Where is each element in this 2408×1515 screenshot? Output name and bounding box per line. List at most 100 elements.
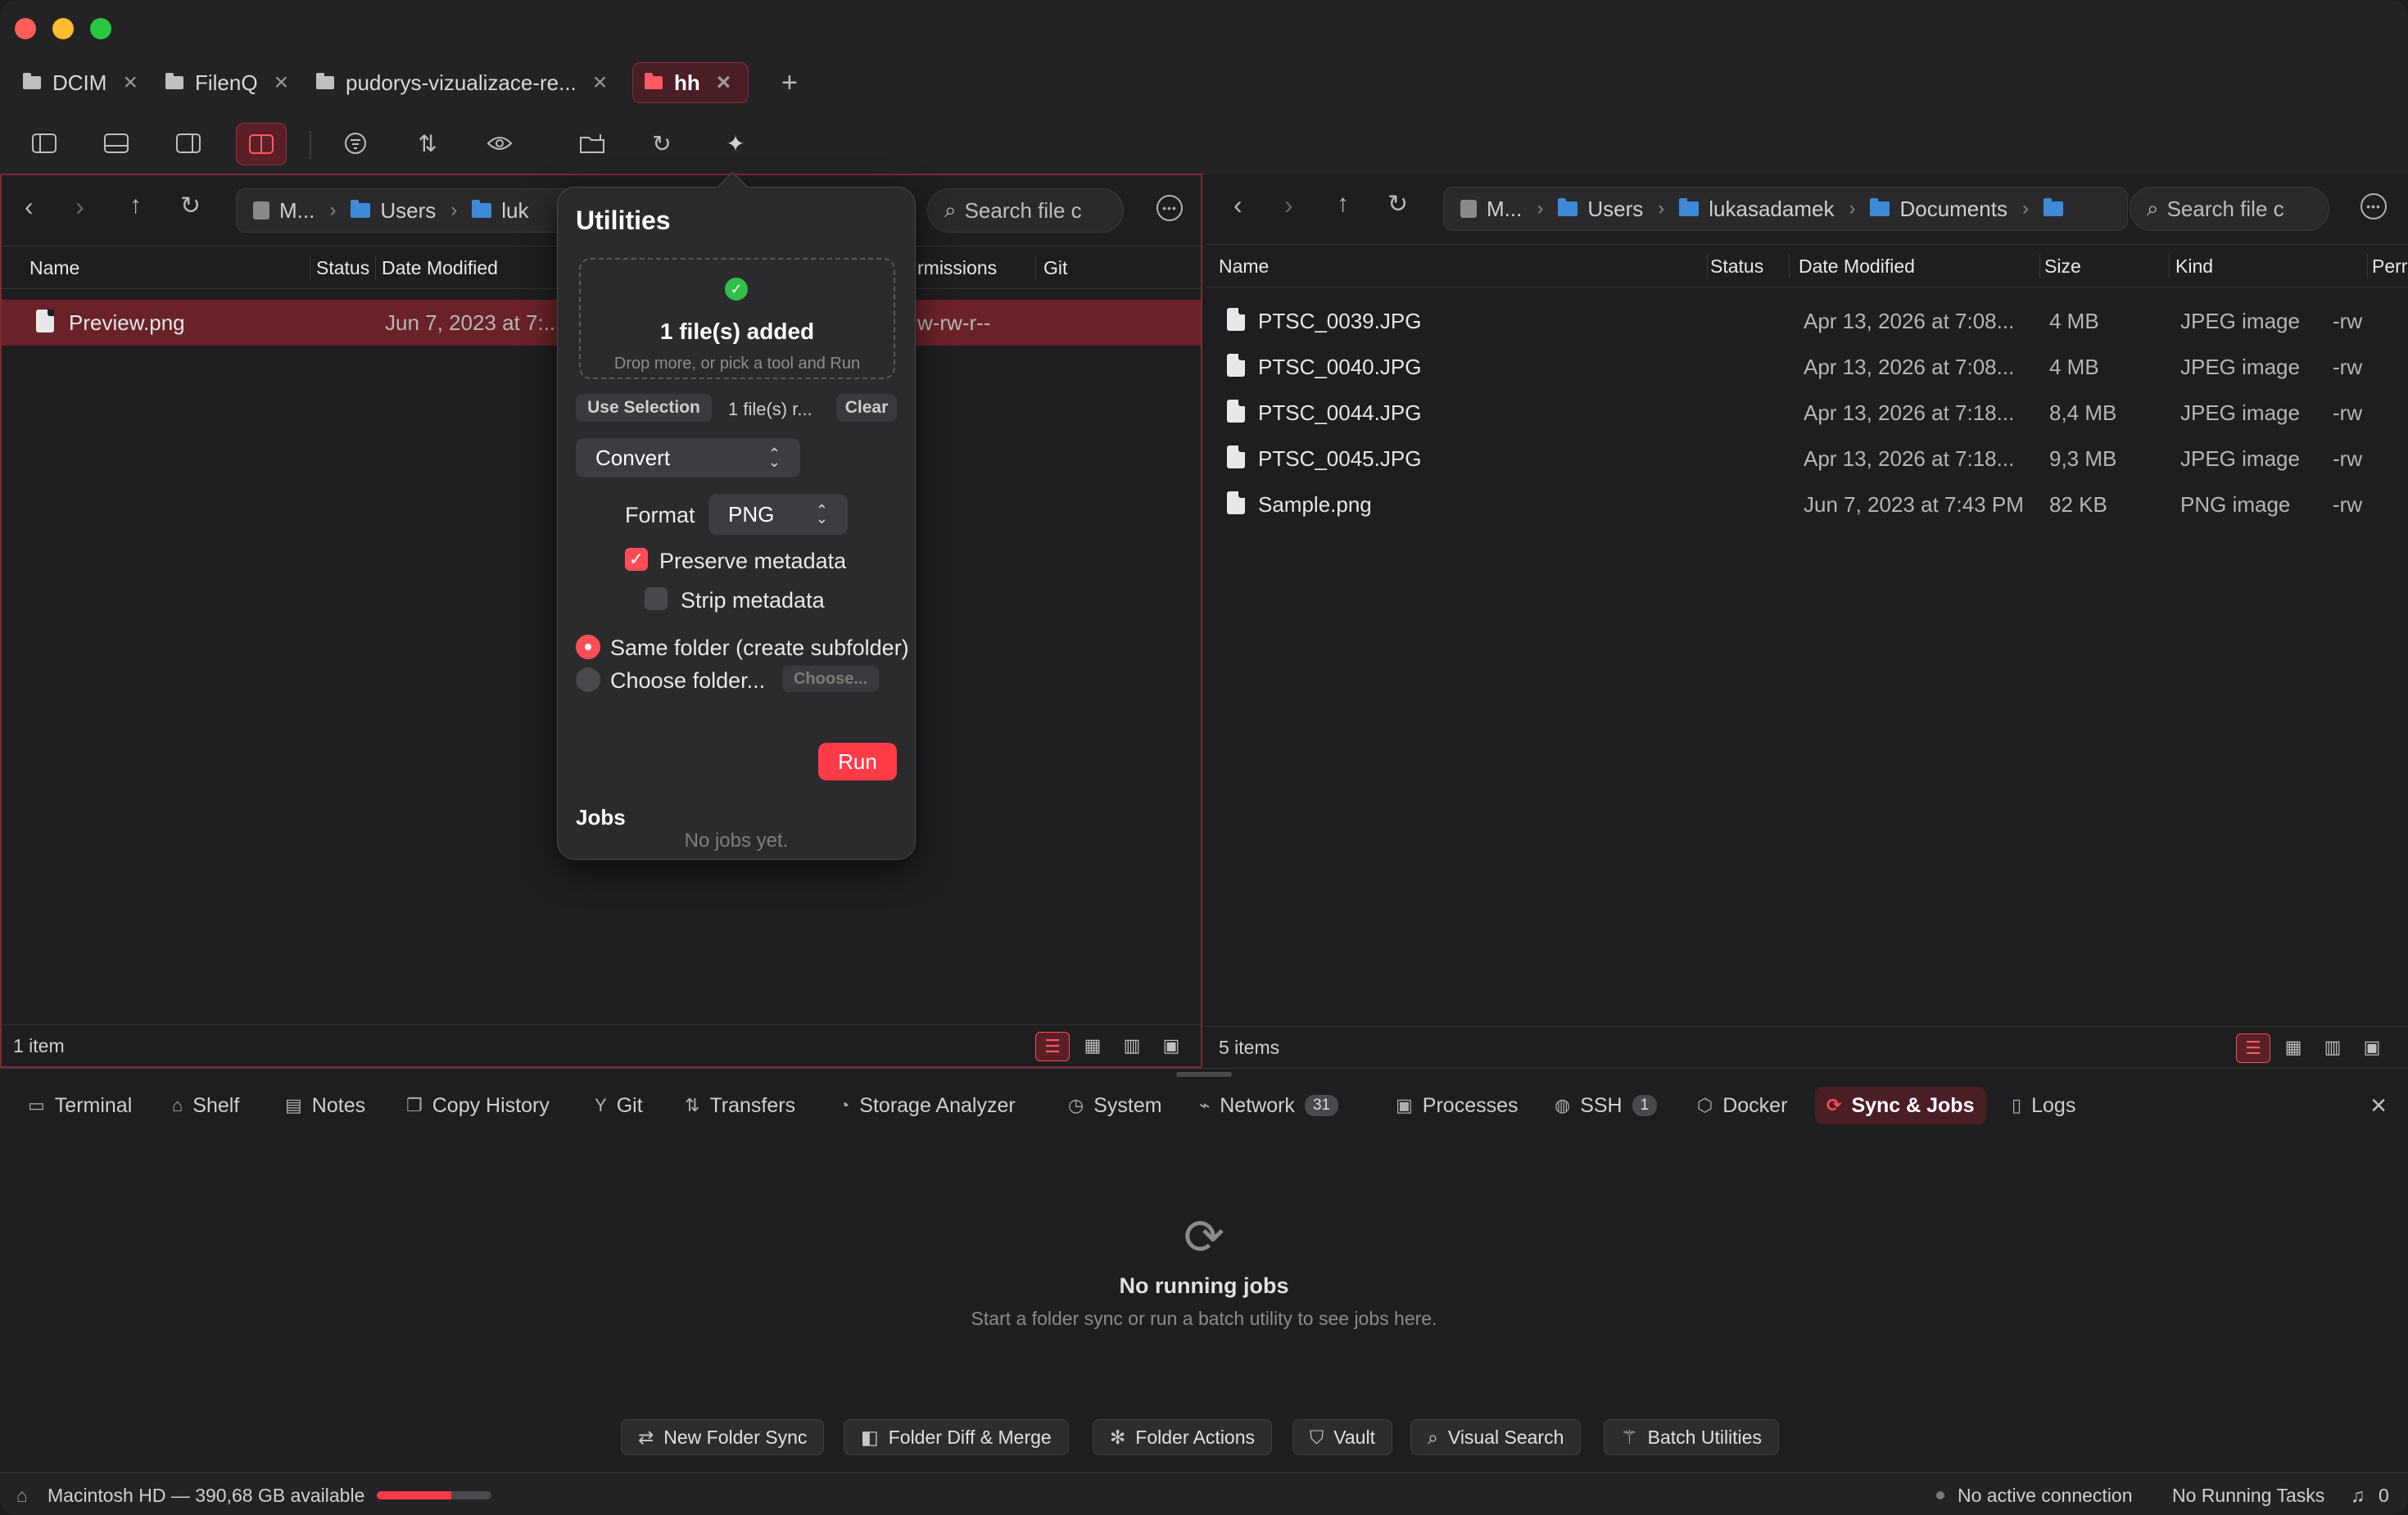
breadcrumb-documents[interactable]: Documents	[1870, 197, 2007, 222]
folder-actions-button[interactable]: ✻ Folder Actions	[1093, 1419, 1273, 1455]
breadcrumb-drive[interactable]: M...	[253, 198, 315, 224]
forward-icon[interactable]: ›	[75, 192, 84, 222]
batch-utilities-button[interactable]: ⚚ Batch Utilities	[1604, 1419, 1779, 1455]
tab-transfers[interactable]: ⇅ Transfers	[673, 1087, 807, 1124]
choose-folder-radio[interactable]	[576, 667, 600, 692]
new-tab-plus-icon[interactable]: +	[770, 62, 809, 103]
refresh-icon[interactable]: ↻	[637, 123, 686, 164]
sort-icon[interactable]: ⇅	[403, 123, 452, 164]
grid-view-icon[interactable]: ▦	[2277, 1033, 2310, 1061]
tab-processes[interactable]: ▣ Processes	[1384, 1087, 1530, 1124]
tab-network[interactable]: ⌁ Network 31	[1188, 1087, 1350, 1124]
top-panel-icon[interactable]	[92, 123, 141, 164]
tool-select[interactable]: Convert ⌃ ⌄	[576, 438, 800, 477]
utilities-sparkle-icon[interactable]: ✦	[711, 123, 760, 164]
list-view-icon[interactable]: ☰	[1035, 1032, 1070, 1061]
sidebar-toggle-icon[interactable]	[20, 123, 69, 164]
tab-hh[interactable]: hh ×	[632, 62, 749, 103]
column-name[interactable]: Name	[29, 257, 79, 279]
gallery-view-icon[interactable]: ▣	[1155, 1032, 1188, 1060]
visual-search-button[interactable]: ⌕ Visual Search	[1410, 1419, 1582, 1455]
resize-handle[interactable]	[1176, 1072, 1232, 1077]
zoom-window-button[interactable]	[90, 18, 111, 39]
breadcrumb-user[interactable]: luk	[472, 198, 529, 224]
tab-sync-jobs[interactable]: ⟳ Sync & Jobs	[1815, 1087, 1986, 1124]
filter-icon[interactable]	[331, 123, 380, 164]
close-tab-icon[interactable]: ×	[593, 69, 608, 97]
strip-metadata-checkbox[interactable]	[645, 587, 668, 610]
table-row[interactable]: Sample.png Jun 7, 2023 at 7:43 PM 82 KB …	[1206, 482, 2408, 527]
same-folder-radio[interactable]	[576, 635, 600, 659]
column-size[interactable]: Size	[2044, 256, 2081, 278]
preserve-metadata-checkbox[interactable]: ✓	[625, 548, 648, 571]
tab-storage-analyzer[interactable]: ◔ Storage Analyzer	[827, 1087, 1027, 1124]
more-options-icon[interactable]: •••	[1156, 195, 1183, 221]
column-view-icon[interactable]: ▥	[2316, 1033, 2349, 1061]
table-row[interactable]: PTSC_0040.JPG Apr 13, 2026 at 7:08... 4 …	[1206, 344, 2408, 390]
tab-pudorys[interactable]: pudorys-vizualizace-re... ×	[305, 62, 618, 103]
back-icon[interactable]: ‹	[25, 192, 34, 222]
dual-pane-icon[interactable]	[236, 123, 287, 165]
close-window-button[interactable]	[15, 18, 36, 39]
gallery-view-icon[interactable]: ▣	[2356, 1033, 2388, 1061]
search-input[interactable]: ⌕ Search file c	[927, 188, 1124, 233]
breadcrumb-user[interactable]: lukasadamek	[1679, 197, 1834, 222]
column-kind[interactable]: Kind	[2175, 256, 2213, 278]
table-row[interactable]: PTSC_0039.JPG Apr 13, 2026 at 7:08... 4 …	[1206, 298, 2408, 344]
use-selection-button[interactable]: Use Selection	[576, 394, 712, 422]
folder-diff-merge-button[interactable]: ◧ Folder Diff & Merge	[844, 1419, 1069, 1455]
search-input[interactable]: ⌕ Search file c	[2130, 187, 2329, 231]
file-drop-zone[interactable]: ✓ 1 file(s) added Drop more, or pick a t…	[579, 258, 895, 379]
tab-dcim[interactable]: DCIM ×	[11, 62, 149, 103]
tab-shelf[interactable]: ⌂ Shelf	[161, 1087, 251, 1124]
column-name[interactable]: Name	[1219, 256, 1269, 278]
table-row[interactable]: PTSC_0045.JPG Apr 13, 2026 at 7:18... 9,…	[1206, 436, 2408, 482]
breadcrumb-users[interactable]: Users	[351, 198, 436, 224]
tab-ssh[interactable]: ◍ SSH 1	[1543, 1087, 1668, 1124]
tab-filenq[interactable]: FilenQ ×	[154, 62, 300, 103]
tab-notes[interactable]: ▤ Notes	[274, 1087, 377, 1124]
column-git[interactable]: Git	[1043, 257, 1067, 279]
bell-icon[interactable]: ♫	[2351, 1485, 2365, 1507]
column-status[interactable]: Status	[1710, 256, 1763, 278]
forward-icon[interactable]: ›	[1284, 190, 1293, 220]
run-button[interactable]: Run	[818, 743, 897, 780]
column-date-modified[interactable]: Date Modified	[1799, 256, 1915, 278]
tab-terminal[interactable]: ▭ Terminal	[16, 1087, 143, 1124]
table-row[interactable]: PTSC_0044.JPG Apr 13, 2026 at 7:18... 8,…	[1206, 390, 2408, 436]
new-folder-icon[interactable]	[568, 123, 618, 164]
vault-button[interactable]: ⛉ Vault	[1292, 1419, 1392, 1455]
preview-eye-icon[interactable]	[475, 123, 524, 164]
breadcrumb-drive[interactable]: M...	[1460, 197, 1522, 222]
right-panel-icon[interactable]	[164, 123, 213, 164]
breadcrumb-users[interactable]: Users	[1558, 197, 1643, 222]
tab-copy-history[interactable]: ❐ Copy History	[395, 1087, 561, 1124]
column-status[interactable]: Status	[316, 257, 369, 279]
close-tab-icon[interactable]: ×	[717, 69, 731, 97]
close-tab-icon[interactable]: ×	[274, 69, 289, 97]
clear-button[interactable]: Clear	[836, 394, 897, 422]
close-panel-icon[interactable]: ×	[2370, 1090, 2387, 1122]
more-options-icon[interactable]: •••	[2360, 193, 2387, 219]
minimize-window-button[interactable]	[52, 18, 74, 39]
up-arrow-icon[interactable]: ↑	[129, 192, 142, 219]
running-tasks-status[interactable]: No Running Tasks	[2172, 1485, 2324, 1507]
column-permissions[interactable]: Perr	[2372, 256, 2407, 278]
tab-git[interactable]: Y Git	[583, 1087, 654, 1124]
up-arrow-icon[interactable]: ↑	[1337, 190, 1349, 218]
new-folder-sync-button[interactable]: ⇄ New Folder Sync	[621, 1419, 825, 1455]
column-date-modified[interactable]: Date Modified	[382, 257, 498, 279]
choose-folder-button[interactable]: Choose...	[782, 666, 879, 692]
grid-view-icon[interactable]: ▦	[1076, 1032, 1109, 1060]
back-icon[interactable]: ‹	[1233, 190, 1242, 220]
tab-docker[interactable]: ⬡ Docker	[1686, 1087, 1799, 1124]
column-view-icon[interactable]: ▥	[1116, 1032, 1148, 1060]
reload-icon[interactable]: ↻	[1387, 190, 1408, 219]
list-view-icon[interactable]: ☰	[2236, 1033, 2270, 1063]
format-select[interactable]: PNG ⌃ ⌄	[708, 494, 848, 535]
column-permissions[interactable]: rmissions	[917, 257, 997, 279]
tab-logs[interactable]: ▯ Logs	[2000, 1087, 2087, 1124]
close-tab-icon[interactable]: ×	[123, 69, 138, 97]
reload-icon[interactable]: ↻	[180, 192, 201, 220]
tab-system[interactable]: ◷ System	[1057, 1087, 1174, 1124]
